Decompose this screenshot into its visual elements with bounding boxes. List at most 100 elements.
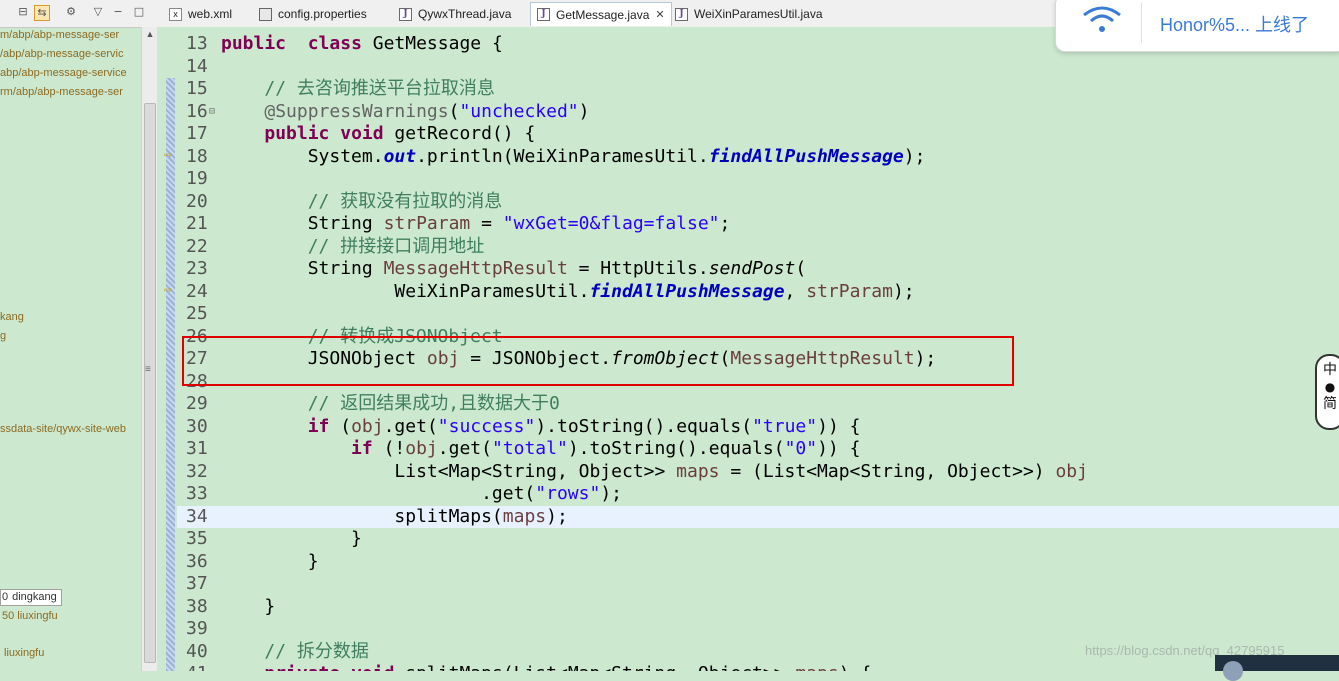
code-token: ; <box>719 213 731 234</box>
scrollbar-thumb[interactable] <box>144 103 156 663</box>
code-line[interactable]: 19 <box>177 168 1339 190</box>
code-line[interactable]: 24 WeiXinParamesUtil.findAllPushMessage,… <box>177 281 1339 303</box>
code-token: )) { <box>817 438 861 459</box>
code-line[interactable]: 20 // 获取没有拉取的消息 <box>177 191 1339 213</box>
link-with-editor-icon[interactable]: ⇆ <box>34 5 50 21</box>
breakpoint-arrow-icon[interactable]: ⇨ <box>164 285 172 296</box>
code-line[interactable]: 21 String strParam = "wxGet=0&flag=false… <box>177 213 1339 235</box>
close-icon[interactable]: ✕ <box>655 8 664 21</box>
line-number: 32 <box>186 460 208 482</box>
code-line[interactable]: 14 <box>177 56 1339 78</box>
tree-item[interactable]: liuxingfu <box>4 647 44 659</box>
code-text: .get("rows"); <box>221 483 622 505</box>
code-line[interactable]: 41 private void splitMaps(List<Map<Strin… <box>177 663 1339 671</box>
code-token: obj <box>426 348 460 369</box>
code-line[interactable]: 23 String MessageHttpResult = HttpUtils.… <box>177 258 1339 280</box>
tree-item[interactable]: ssdata-site/qywx-site-web <box>0 423 126 435</box>
code-token: @SuppressWarnings <box>264 100 449 122</box>
code-editor[interactable]: 13 public class GetMessage {14 15 // 去咨询推送… <box>177 27 1339 671</box>
tree-item[interactable]: kang <box>0 311 24 323</box>
line-number: 39 <box>186 618 208 639</box>
tree-item[interactable]: 0 dingkang <box>2 591 57 603</box>
tab-web-xml[interactable]: x web.xml <box>163 2 238 26</box>
code-line[interactable]: 28 <box>177 371 1339 393</box>
breakpoint-arrow-icon[interactable]: ⇨ <box>164 150 172 161</box>
tab-weixinparamesutil-java[interactable]: J WeiXinParamesUtil.java <box>669 2 829 26</box>
code-token: String <box>221 258 384 279</box>
maximize-icon[interactable]: □ <box>132 5 146 19</box>
code-line[interactable]: 17 public void getRecord() { <box>177 123 1339 145</box>
code-text: String MessageHttpResult = HttpUtils.sen… <box>221 258 807 280</box>
code-line[interactable]: 33 .get("rows"); <box>177 483 1339 505</box>
tab-getmessage-java[interactable]: J GetMessage.java ✕ <box>530 2 672 26</box>
code-token: "total" <box>491 438 568 459</box>
minimize-icon[interactable]: − <box>111 5 125 19</box>
code-line[interactable]: 25 <box>177 303 1339 325</box>
code-text: if (!obj.get("total").toString().equals(… <box>221 438 860 460</box>
collapse-all-icon[interactable]: ⊟ <box>16 5 30 19</box>
package-explorer: ⊟ ⇆ ⚙ ▽ − □ m/abp/abp-message-ser /abp/a… <box>0 0 158 671</box>
code-line[interactable]: 26 // 转换成JSONObject <box>177 326 1339 348</box>
code-token: MessageHttpResult <box>383 258 568 279</box>
code-token: MessageHttpResult <box>730 348 915 369</box>
popup-divider <box>1141 3 1142 43</box>
tab-label: WeiXinParamesUtil.java <box>694 7 823 21</box>
sash-handle-icon[interactable]: ≡ <box>145 364 151 375</box>
tree-item[interactable]: 50 liuxingfu <box>2 610 58 622</box>
tree-item[interactable]: g <box>0 330 6 342</box>
line-number: 26 <box>186 325 208 347</box>
java-file-icon: J <box>399 7 412 21</box>
code-token: (! <box>372 438 406 459</box>
code-line[interactable]: 32 List<Map<String, Object>> maps = (Lis… <box>177 461 1339 483</box>
view-menu-icon[interactable]: ▽ <box>91 5 105 19</box>
fold-toggle-icon[interactable]: ⊟ <box>209 101 215 123</box>
code-line[interactable]: 27 JSONObject obj = JSONObject.fromObjec… <box>177 348 1339 370</box>
code-line[interactable]: 22 // 拼接接口调用地址 <box>177 236 1339 258</box>
tree-item[interactable]: /abp/abp-message-servic <box>0 48 124 60</box>
code-line[interactable]: 35 } <box>177 528 1339 550</box>
tree-item[interactable]: abp/abp-message-service <box>0 67 127 79</box>
focus-icon[interactable]: ⚙ <box>64 5 78 19</box>
tree-item[interactable]: m/abp/abp-message-ser <box>0 29 119 41</box>
code-token: ( <box>795 258 807 279</box>
code-text: } <box>221 596 275 618</box>
line-number: 28 <box>186 370 208 392</box>
code-line[interactable]: 36 } <box>177 551 1339 573</box>
code-line[interactable]: 39 <box>177 618 1339 640</box>
code-line[interactable]: 15 // 去咨询推送平台拉取消息 <box>177 78 1339 100</box>
code-line[interactable]: 29 // 返回结果成功,且数据大于0 <box>177 393 1339 415</box>
code-text: } <box>221 551 319 573</box>
code-token: "true" <box>752 415 818 437</box>
tab-qywxthread-java[interactable]: J QywxThread.java <box>393 2 517 26</box>
line-number: 38 <box>186 595 208 617</box>
tab-label: config.properties <box>278 7 367 21</box>
code-token: obj <box>1055 460 1088 482</box>
scroll-up-icon[interactable]: ▲ <box>142 29 158 39</box>
tree-item[interactable]: rm/abp/abp-message-ser <box>0 86 123 98</box>
explorer-scrollbar[interactable]: ▲ <box>141 27 158 671</box>
ime-indicator[interactable]: 中 ● 简 <box>1315 354 1339 430</box>
code-text: String strParam = "wxGet=0&flag=false"; <box>221 213 731 235</box>
network-notification[interactable]: Honor%5... 上线了 <box>1055 0 1339 52</box>
code-token: WeiXinParamesUtil. <box>221 280 590 302</box>
code-line[interactable]: 30 if (obj.get("success").toString().equ… <box>177 416 1339 438</box>
code-line[interactable]: 34 splitMaps(maps); <box>177 505 1339 528</box>
xml-file-icon: x <box>169 7 182 21</box>
code-line[interactable]: 37 <box>177 573 1339 595</box>
code-token: ( <box>448 100 460 122</box>
tab-label: web.xml <box>188 7 233 21</box>
code-text: @SuppressWarnings("unchecked") <box>221 100 589 123</box>
code-line[interactable]: 38 } <box>177 596 1339 618</box>
code-token: } <box>221 550 319 572</box>
code-line[interactable]: 18 System.out.println(WeiXinParamesUtil.… <box>177 146 1339 168</box>
code-token: .get( <box>437 438 492 459</box>
code-line[interactable]: 31 if (!obj.get("total").toString().equa… <box>177 438 1339 460</box>
code-line[interactable]: 16 ⊟ @SuppressWarnings("unchecked") <box>177 101 1339 123</box>
code-token: } <box>221 595 276 617</box>
tab-config-properties[interactable]: config.properties <box>253 2 373 26</box>
code-text: JSONObject obj = JSONObject.fromObject(M… <box>221 348 937 370</box>
code-token: // 返回结果成功,且数据大于0 <box>307 393 560 414</box>
code-token: ).toString().equals( <box>535 415 753 437</box>
